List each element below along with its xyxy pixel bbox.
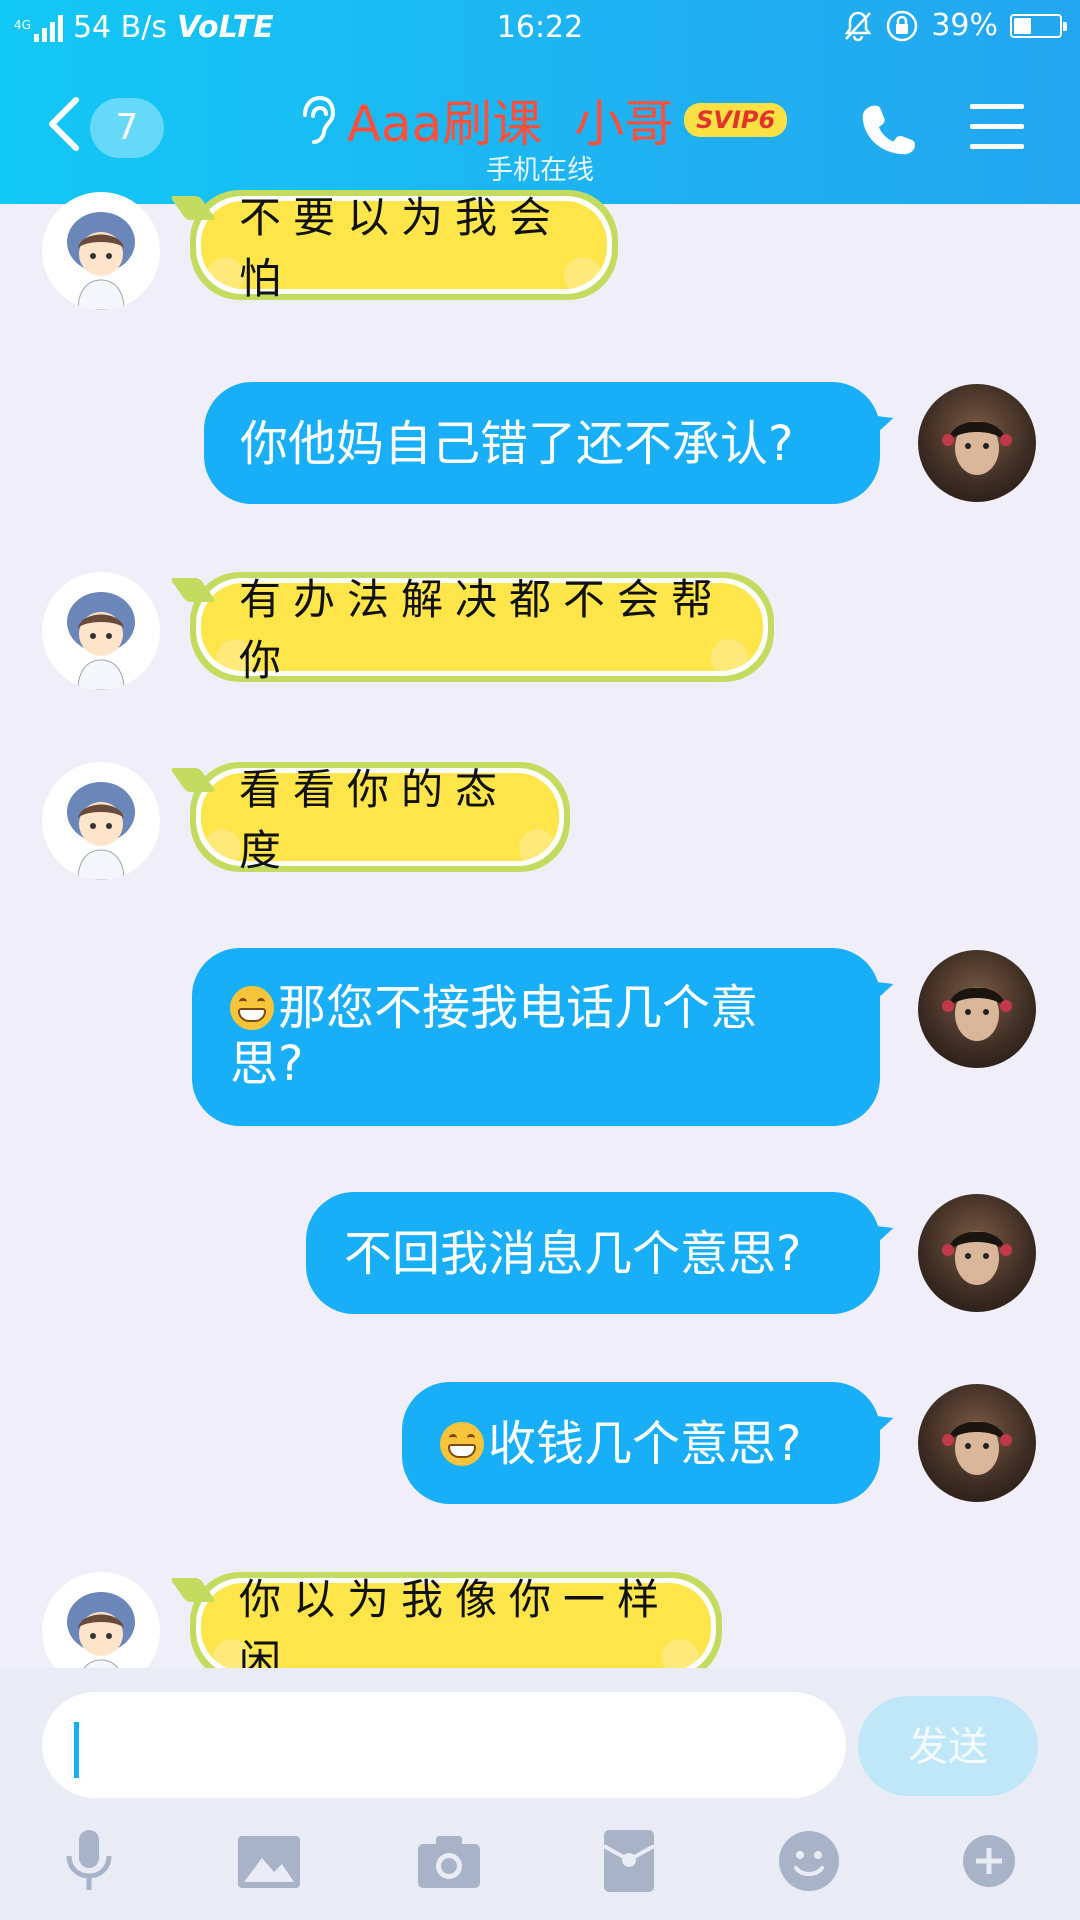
girl-avatar-image	[942, 1231, 1012, 1285]
message-bubble: 看看你的态度	[190, 762, 570, 875]
girl-avatar-image	[942, 1421, 1012, 1475]
contact-avatar[interactable]	[42, 192, 160, 310]
svip-badge: SVIP6	[684, 103, 788, 137]
message-text: 看看你的态度	[201, 765, 559, 875]
emoji-icon[interactable]	[774, 1826, 844, 1896]
rotation-lock-icon	[887, 10, 918, 41]
girl-avatar-image	[942, 987, 1012, 1041]
girl-avatar-image	[942, 421, 1012, 475]
battery-icon	[1010, 13, 1067, 38]
boy-avatar-image	[67, 782, 135, 880]
message-bubble: 不要以为我会怕	[190, 190, 618, 303]
message-text: 有办法解决都不会帮你	[201, 575, 763, 685]
message-text: 收钱几个意思?	[488, 1416, 802, 1472]
message-text: 不要以为我会怕	[201, 193, 607, 303]
message-input[interactable]	[42, 1692, 846, 1798]
contact-title[interactable]: Aaa刷课 小哥 SVIP6	[0, 84, 1080, 156]
grin-emoji	[440, 1422, 484, 1466]
online-status: 手机在线	[486, 155, 594, 186]
message-outgoing: 收钱几个意思?	[0, 1382, 1080, 1506]
message-bubble: 你以为我像你一样闲	[190, 1572, 722, 1668]
message-bubble: 有办法解决都不会帮你	[190, 572, 774, 685]
message-text: 你以为我像你一样闲	[201, 1575, 711, 1668]
menu-icon[interactable]	[970, 104, 1024, 152]
plus-icon[interactable]	[954, 1826, 1024, 1896]
status-bar: 4G 54 B/s VoLTE 16:22 39%	[0, 0, 1080, 56]
contact-avatar[interactable]	[42, 572, 160, 690]
message-incoming: 你以为我像你一样闲	[0, 1570, 1080, 1668]
message-outgoing: 那您不接我电话几个意思?	[0, 948, 1080, 1128]
message-text: 你他妈自己错了还不承认?	[240, 416, 794, 472]
message-bubble: 收钱几个意思?	[402, 1382, 880, 1504]
input-toolbar	[0, 1820, 1080, 1910]
message-bubble: 不回我消息几个意思?	[306, 1192, 880, 1314]
grin-emoji	[230, 986, 274, 1030]
message-incoming: 不要以为我会怕	[0, 190, 1080, 320]
contact-avatar[interactable]	[42, 762, 160, 880]
image-icon[interactable]	[234, 1826, 304, 1896]
my-avatar[interactable]	[918, 1384, 1036, 1502]
message-outgoing: 你他妈自己错了还不承认?	[0, 382, 1080, 506]
message-text: 那您不接我电话几个意思?	[230, 980, 759, 1092]
text-cursor	[74, 1722, 79, 1778]
contact-avatar[interactable]	[42, 1572, 160, 1668]
chat-header: 4G 54 B/s VoLTE 16:22 39% 7 Aaa刷课 小哥 SVI…	[0, 0, 1080, 204]
message-outgoing: 不回我消息几个意思?	[0, 1192, 1080, 1316]
boy-avatar-image	[67, 212, 135, 310]
send-button[interactable]: 发送	[858, 1696, 1038, 1796]
my-avatar[interactable]	[918, 950, 1036, 1068]
mute-bell-icon	[844, 11, 872, 41]
message-bubble: 你他妈自己错了还不承认?	[204, 382, 880, 504]
camera-icon[interactable]	[414, 1826, 484, 1896]
my-avatar[interactable]	[918, 1194, 1036, 1312]
contact-name: Aaa刷课 小哥	[346, 95, 675, 153]
message-composer: 发送	[0, 1668, 1080, 1920]
red-packet-icon[interactable]	[594, 1826, 664, 1896]
ear-icon	[302, 95, 335, 144]
message-text: 不回我消息几个意思?	[344, 1226, 802, 1282]
battery-percent: 39%	[931, 8, 998, 43]
boy-avatar-image	[67, 1592, 135, 1668]
my-avatar[interactable]	[918, 384, 1036, 502]
phone-call-icon[interactable]	[860, 102, 918, 160]
boy-avatar-image	[67, 592, 135, 690]
microphone-icon[interactable]	[54, 1826, 124, 1896]
message-bubble: 那您不接我电话几个意思?	[192, 948, 880, 1126]
message-incoming: 看看你的态度	[0, 760, 1080, 890]
message-incoming: 有办法解决都不会帮你	[0, 570, 1080, 700]
